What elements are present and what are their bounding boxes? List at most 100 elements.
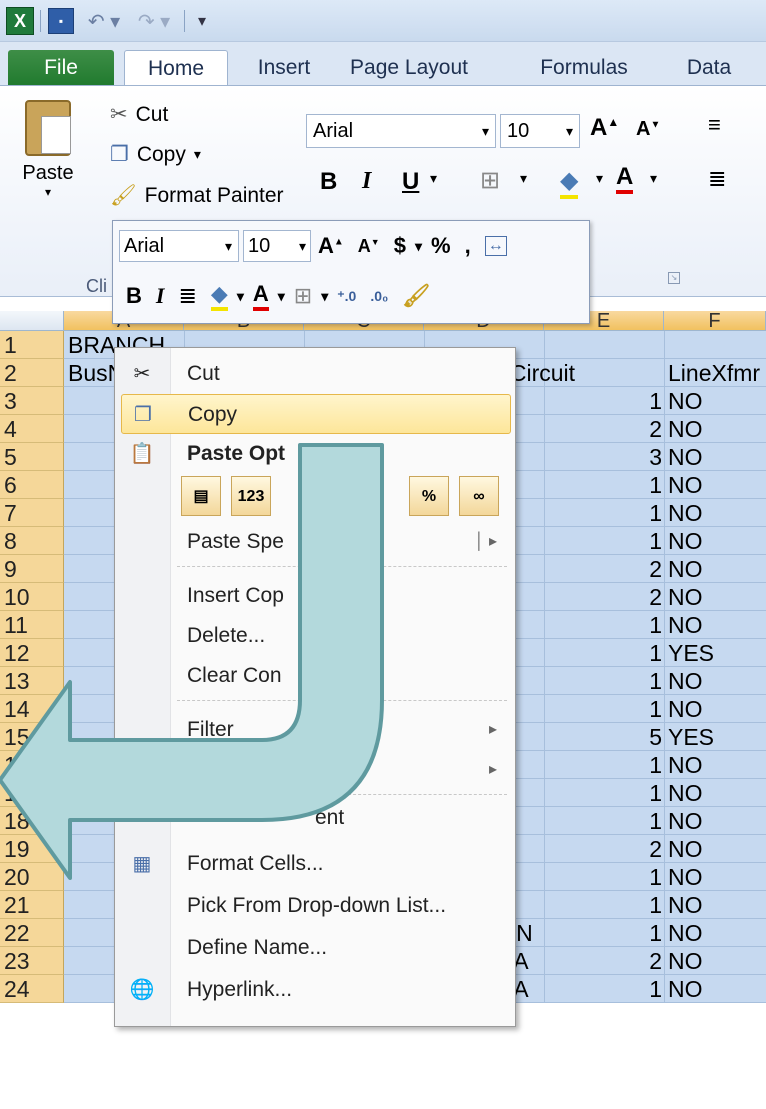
menu-item-pick-list[interactable]: Pick From Drop-down List... [115, 886, 515, 926]
cell-e[interactable]: 1 [548, 499, 662, 526]
row-header[interactable]: 21 [0, 891, 64, 919]
row-header[interactable]: 15 [0, 723, 64, 751]
font-size-select[interactable]: 10 ▾ [500, 114, 580, 148]
cell-f[interactable]: YES [668, 639, 766, 666]
menu-item-sort[interactable]: ▸ [115, 750, 515, 790]
cell-f[interactable]: NO [668, 387, 766, 414]
cell-f[interactable]: NO [668, 947, 766, 974]
row-header[interactable]: 17 [0, 779, 64, 807]
row-header[interactable]: 20 [0, 863, 64, 891]
menu-item-hyperlink[interactable]: 🌐 Hyperlink... [115, 970, 515, 1010]
cell-f[interactable]: NO [668, 583, 766, 610]
cell-e[interactable]: 1 [548, 667, 662, 694]
cell-e[interactable]: 3 [548, 443, 662, 470]
tab-page-layout[interactable]: Page Layout [334, 50, 484, 86]
cell-e[interactable]: 1 [548, 779, 662, 806]
paste-option-paste-icon[interactable]: ▤ [181, 476, 221, 516]
menu-item-cut[interactable]: ✂ Cut [115, 354, 515, 394]
row-header[interactable]: 18 [0, 807, 64, 835]
chevron-down-icon[interactable]: ▾ [650, 170, 657, 187]
cell-f[interactable]: LineXfmr [668, 359, 766, 386]
row-header[interactable]: 13 [0, 667, 64, 695]
menu-item-delete[interactable]: Delete... [115, 616, 515, 656]
row-header[interactable]: 11 [0, 611, 64, 639]
cell-f[interactable]: NO [668, 499, 766, 526]
paintbrush-icon[interactable]: 🖌 [402, 283, 430, 309]
customize-qat-icon[interactable]: ▾ [190, 6, 214, 36]
increase-decimal-icon[interactable]: ⁺.0 [337, 288, 356, 305]
bold-icon[interactable]: B [320, 168, 337, 196]
chevron-down-icon[interactable]: ▾ [321, 288, 328, 305]
cell-e[interactable]: 1 [548, 751, 662, 778]
cell-f[interactable]: NO [668, 555, 766, 582]
paste-option-formatting-icon[interactable]: % [409, 476, 449, 516]
mini-font-size-select[interactable]: 10 ▾ [243, 230, 311, 262]
font-name-select[interactable]: Arial ▾ [306, 114, 496, 148]
cell-e[interactable]: 2 [548, 947, 662, 974]
font-color-icon[interactable]: A [616, 164, 634, 194]
cell-f[interactable]: NO [668, 695, 766, 722]
tab-insert[interactable]: Insert [244, 50, 324, 86]
redo-icon[interactable]: ↷ ▾ [134, 6, 174, 36]
merge-center-icon[interactable]: ↔ [484, 236, 507, 256]
cell-f[interactable]: YES [668, 723, 766, 750]
cell-e[interactable]: 1 [548, 471, 662, 498]
cell-e[interactable]: 1 [548, 527, 662, 554]
cell-f[interactable]: NO [668, 919, 766, 946]
align-left-icon[interactable]: ≣ [708, 166, 726, 192]
chevron-down-icon[interactable]: ▾ [596, 170, 603, 187]
row-header[interactable]: 2 [0, 359, 64, 387]
fill-color-icon[interactable]: ◆ [210, 281, 228, 311]
row-header[interactable]: 14 [0, 695, 64, 723]
cell-e[interactable]: 1 [548, 611, 662, 638]
percent-icon[interactable]: % [431, 233, 451, 259]
cell-e[interactable]: 1 [548, 919, 662, 946]
row-header[interactable]: 1 [0, 331, 64, 359]
cell-e[interactable]: 1 [548, 975, 662, 1002]
cell-f[interactable]: NO [668, 667, 766, 694]
cell-e[interactable]: 2 [548, 583, 662, 610]
cell-e[interactable]: 1 [548, 807, 662, 834]
menu-item-filter[interactable]: Filter ▸ [115, 710, 515, 750]
row-header[interactable]: 22 [0, 919, 64, 947]
tab-file[interactable]: File [8, 50, 114, 86]
chevron-down-icon[interactable]: ▾ [430, 170, 437, 187]
row-header[interactable]: 6 [0, 471, 64, 499]
cell-e[interactable]: 2 [548, 555, 662, 582]
tab-data[interactable]: Data [674, 50, 744, 86]
cell-f[interactable]: NO [668, 527, 766, 554]
menu-item-insert-comment[interactable]: ent [115, 798, 515, 838]
cell-f[interactable]: NO [668, 751, 766, 778]
cell-e[interactable]: 1 [548, 639, 662, 666]
cell-f[interactable]: NO [668, 807, 766, 834]
select-all-corner[interactable] [0, 311, 64, 331]
paste-option-values-icon[interactable]: 123 [231, 476, 271, 516]
shrink-font-icon[interactable]: A▼ [358, 236, 380, 257]
cell-f[interactable]: NO [668, 415, 766, 442]
menu-item-format-cells[interactable]: ▦ Format Cells... [115, 844, 515, 884]
align-center-icon[interactable]: ≣ [178, 283, 196, 309]
cell-f[interactable]: NO [668, 779, 766, 806]
bold-icon[interactable]: B [126, 283, 142, 309]
copy-button[interactable]: ❐ Copy ▾ [110, 142, 201, 167]
menu-item-insert-copied[interactable]: Insert Cop [115, 576, 515, 616]
chevron-down-icon[interactable]: ▾ [415, 238, 422, 255]
cell-f[interactable]: NO [668, 471, 766, 498]
cell-f[interactable]: NO [668, 835, 766, 862]
row-header[interactable]: 5 [0, 443, 64, 471]
italic-icon[interactable]: I [156, 283, 165, 309]
italic-icon[interactable]: I [362, 168, 371, 195]
cell-f[interactable]: NO [668, 443, 766, 470]
tab-home[interactable]: Home [124, 50, 228, 87]
cell-e[interactable]: 1 [548, 387, 662, 414]
menu-item-clear-contents[interactable]: Clear Con [115, 656, 515, 696]
row-header[interactable]: 19 [0, 835, 64, 863]
shrink-font-icon[interactable]: A▼ [636, 118, 660, 141]
paste-option-link-icon[interactable]: ∞ [459, 476, 499, 516]
align-top-icon[interactable]: ≡ [708, 112, 721, 138]
decrease-decimal-icon[interactable]: .0₀ [370, 288, 388, 304]
cell-e[interactable] [548, 359, 662, 386]
row-header[interactable]: 16 [0, 751, 64, 779]
chevron-down-icon[interactable]: ▾ [237, 288, 244, 305]
tab-formulas[interactable]: Formulas [524, 50, 644, 86]
